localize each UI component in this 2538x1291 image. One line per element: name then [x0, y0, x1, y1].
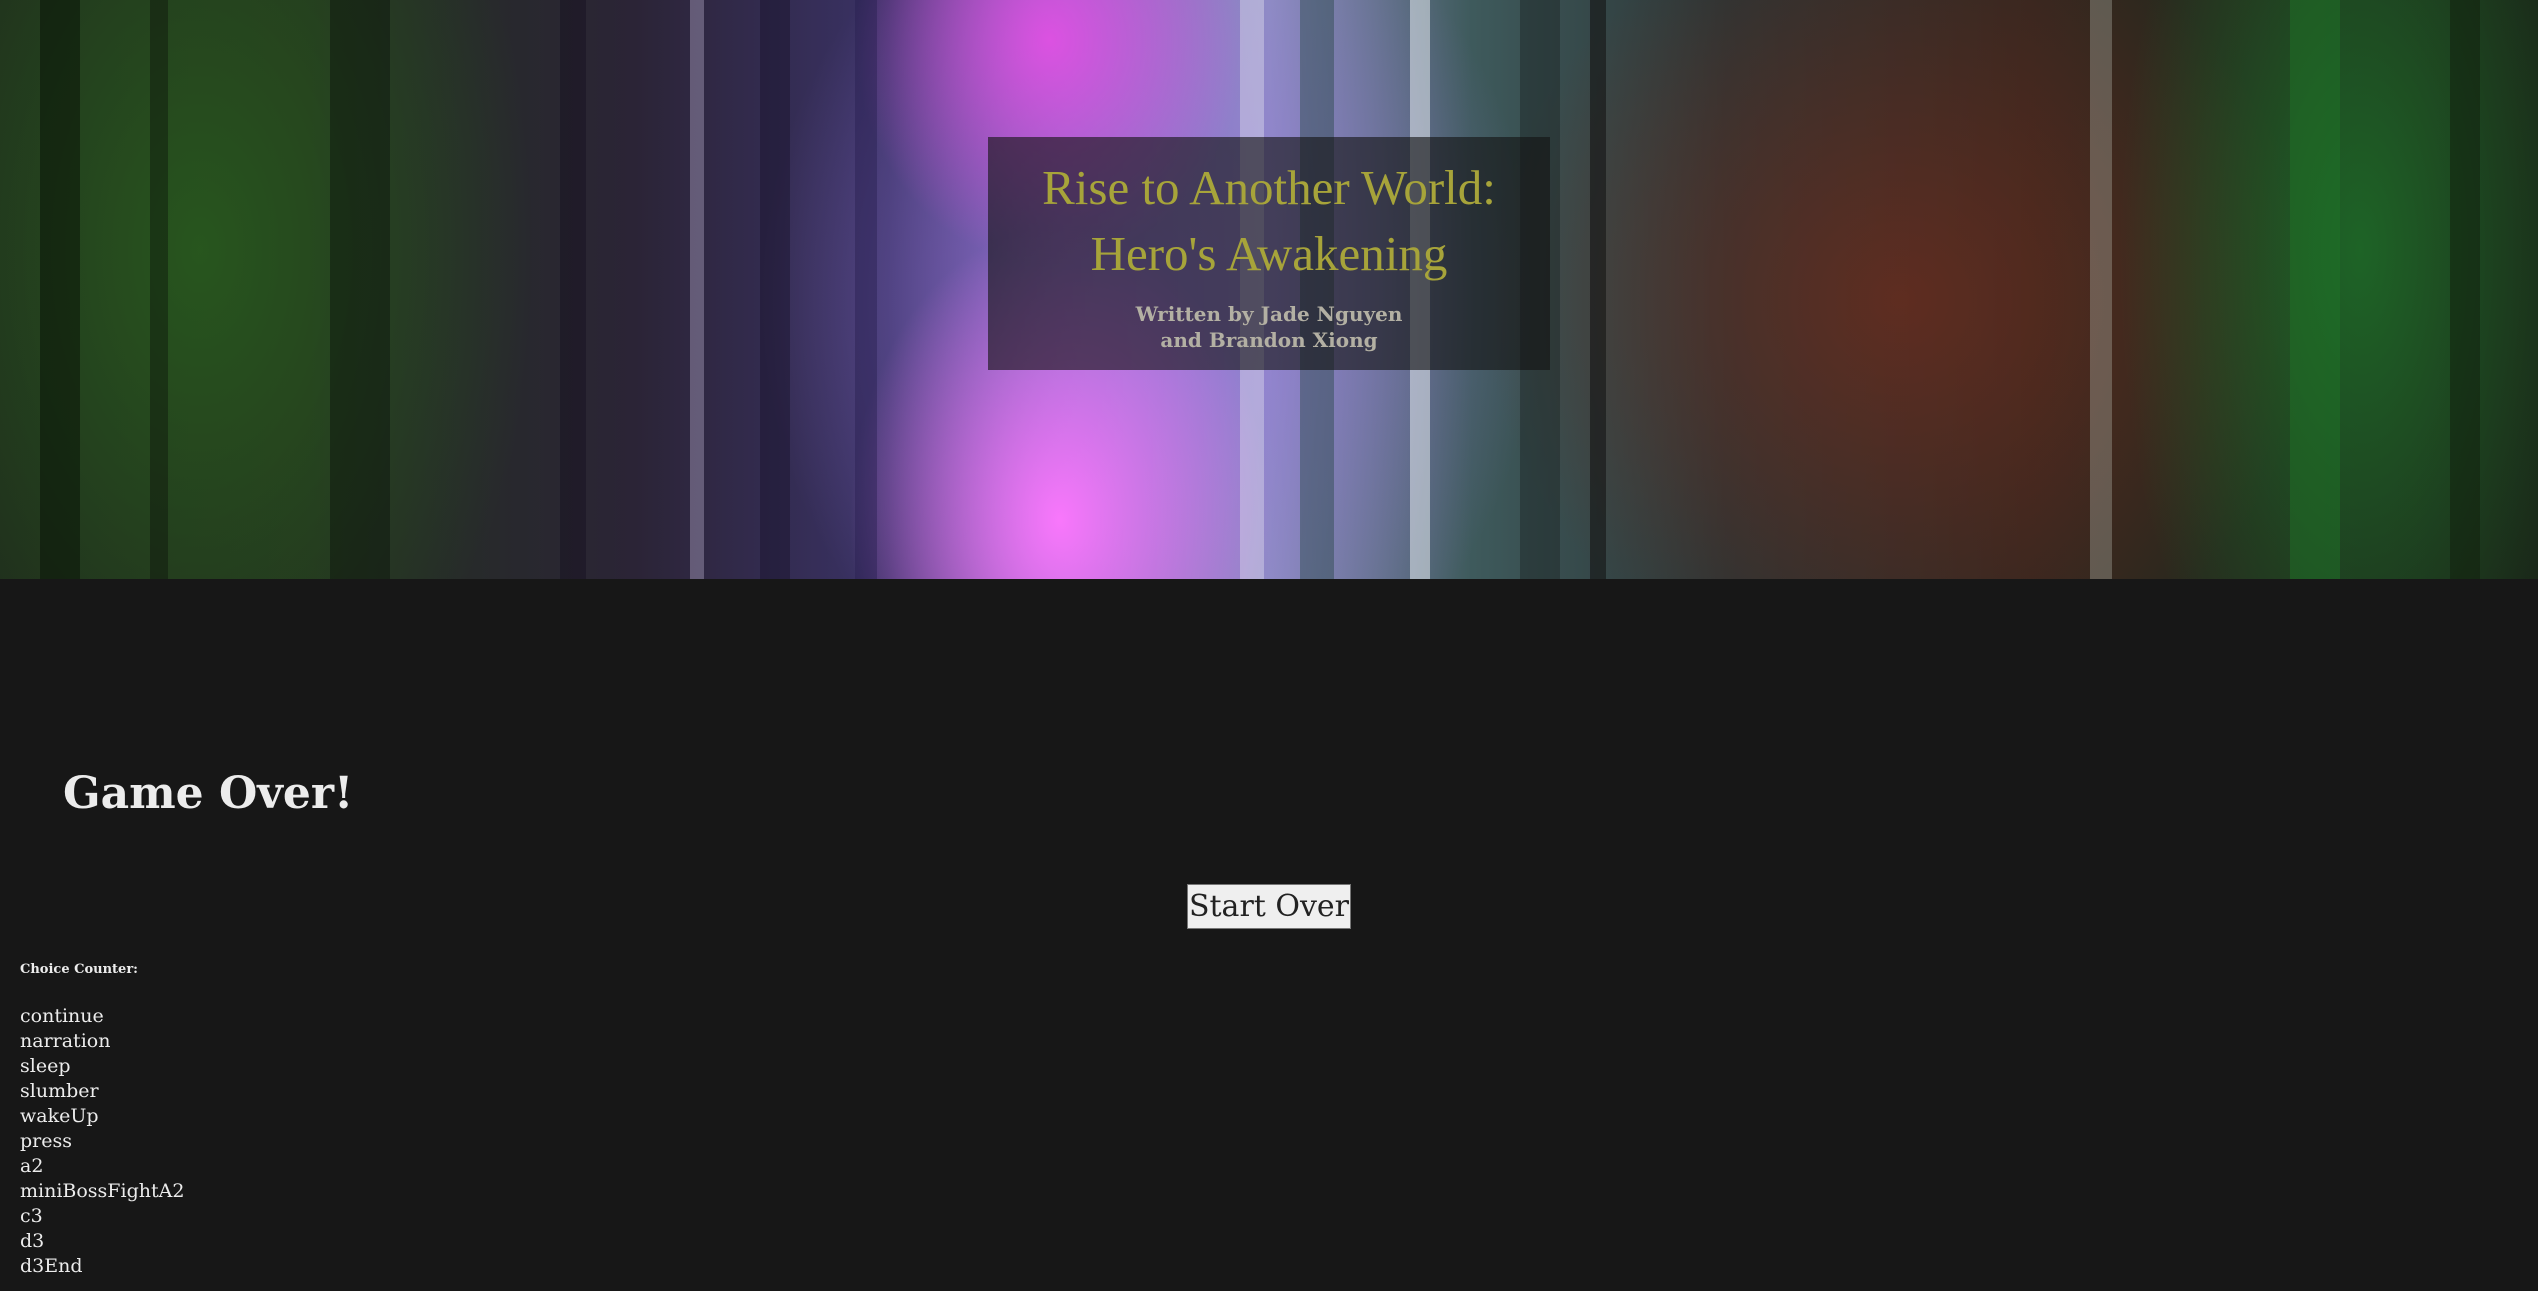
tree-trunk — [760, 0, 790, 579]
tree-trunk — [2290, 0, 2340, 579]
game-over-heading: Game Over! — [63, 768, 354, 819]
start-over-button[interactable]: Start Over — [1187, 884, 1351, 929]
forest-banner-image: Rise to Another World: Hero's Awakening … — [0, 0, 2538, 579]
list-item: narration — [20, 1030, 111, 1052]
author-byline: Written by Jade Nguyen and Brandon Xiong — [988, 301, 1550, 353]
list-item: a2 — [20, 1155, 44, 1177]
list-item: d3End — [20, 1255, 83, 1277]
choice-counter-label: Choice Counter: — [20, 962, 138, 977]
tree-trunk — [560, 0, 586, 579]
list-item: wakeUp — [20, 1105, 99, 1127]
list-item: miniBossFightA2 — [20, 1180, 185, 1202]
author-byline-line-1: Written by Jade Nguyen — [1135, 302, 1403, 326]
tree-trunk — [40, 0, 80, 579]
tree-trunk — [150, 0, 168, 579]
list-item: d3 — [20, 1230, 45, 1252]
list-item: press — [20, 1130, 72, 1152]
tree-trunk — [2090, 0, 2112, 579]
story-title-line-2: Hero's Awakening — [1090, 226, 1448, 281]
list-item: sleep — [20, 1055, 71, 1077]
tree-trunk — [1590, 0, 1606, 579]
tree-trunk — [2450, 0, 2480, 579]
list-item: c3 — [20, 1205, 43, 1227]
choice-counter-list: continue narration sleep slumber wakeUp … — [20, 1004, 184, 1279]
author-byline-line-2: and Brandon Xiong — [1160, 328, 1378, 352]
list-item: slumber — [20, 1080, 99, 1102]
tree-trunk — [855, 0, 877, 579]
story-title-line-1: Rise to Another World: — [1042, 160, 1496, 215]
title-card: Rise to Another World: Hero's Awakening … — [988, 137, 1550, 370]
tree-trunk — [690, 0, 704, 579]
tree-trunk — [330, 0, 390, 579]
list-item: continue — [20, 1005, 104, 1027]
